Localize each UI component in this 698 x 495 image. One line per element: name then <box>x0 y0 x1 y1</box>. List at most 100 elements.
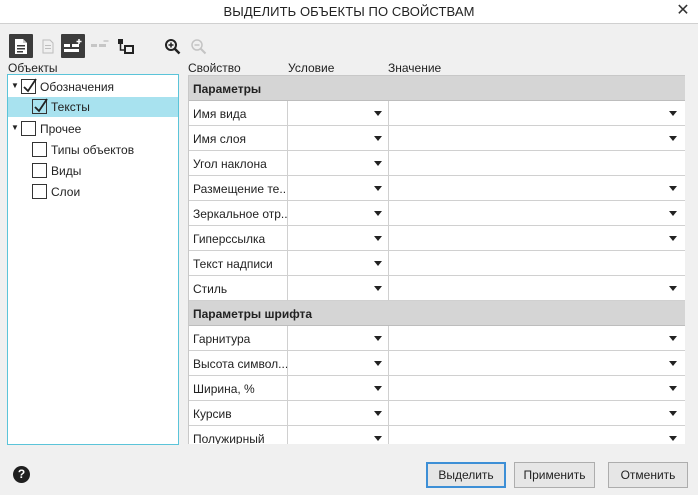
property-name: Угол наклона <box>189 151 288 175</box>
help-icon[interactable]: ? <box>13 466 30 483</box>
property-row: Размещение те... <box>189 176 685 201</box>
dropdown-arrow-icon[interactable] <box>374 261 382 266</box>
property-label: Размещение те... <box>193 182 287 196</box>
value-select[interactable] <box>389 426 685 444</box>
dropdown-arrow-icon[interactable] <box>669 186 677 191</box>
dropdown-arrow-icon[interactable] <box>669 286 677 291</box>
checkbox[interactable] <box>32 98 48 114</box>
apply-button[interactable]: Применить <box>514 462 595 488</box>
group-header-label: Параметры <box>193 82 262 96</box>
tree-item-sloi[interactable]: Слои <box>8 182 178 202</box>
condition-select[interactable] <box>288 276 389 300</box>
dropdown-arrow-icon[interactable] <box>374 111 382 116</box>
value-select[interactable] <box>389 226 685 250</box>
dropdown-arrow-icon[interactable] <box>374 186 382 191</box>
property-label: Ширина, % <box>193 382 255 396</box>
dropdown-arrow-icon[interactable] <box>374 336 382 341</box>
tree-item-vidy[interactable]: Виды <box>8 161 178 181</box>
group-header-parametry-shrifta: Параметры шрифта <box>189 301 685 326</box>
expand-arrow-icon[interactable]: ▼ <box>11 81 20 91</box>
dropdown-arrow-icon[interactable] <box>669 136 677 141</box>
property-label: Зеркальное отр... <box>193 207 287 221</box>
checkbox[interactable] <box>32 142 47 157</box>
condition-select[interactable] <box>288 401 389 425</box>
tree-item-tipy-obektov[interactable]: Типы объектов <box>8 140 178 160</box>
value-select[interactable] <box>389 101 685 125</box>
property-name: Имя вида <box>189 101 288 125</box>
condition-select[interactable] <box>288 326 389 350</box>
condition-select[interactable] <box>288 151 389 175</box>
property-name: Курсив <box>189 401 288 425</box>
value-select[interactable] <box>389 176 685 200</box>
condition-select[interactable] <box>288 126 389 150</box>
dropdown-arrow-icon[interactable] <box>374 286 382 291</box>
property-row: Высота символ... <box>189 351 685 376</box>
value-column-header: Значение <box>388 61 442 75</box>
property-row: Полужирный <box>189 426 685 444</box>
dropdown-arrow-icon[interactable] <box>669 361 677 366</box>
dropdown-arrow-icon[interactable] <box>374 161 382 166</box>
value-select[interactable] <box>389 351 685 375</box>
dropdown-arrow-icon[interactable] <box>374 411 382 416</box>
title-bar: ВЫДЕЛИТЬ ОБЪЕКТЫ ПО СВОЙСТВАМ ✕ <box>0 0 698 24</box>
dropdown-arrow-icon[interactable] <box>669 411 677 416</box>
condition-select[interactable] <box>288 226 389 250</box>
tree-item-label: Обозначения <box>40 80 115 94</box>
new-document-icon[interactable] <box>9 34 33 58</box>
dropdown-arrow-icon[interactable] <box>669 436 677 441</box>
select-button[interactable]: Выделить <box>426 462 506 488</box>
checkbox[interactable] <box>21 121 36 136</box>
checkbox[interactable] <box>32 163 47 178</box>
value-select[interactable] <box>389 376 685 400</box>
zoom-in-icon[interactable] <box>160 34 184 58</box>
add-condition-icon[interactable] <box>61 34 85 58</box>
select-objects-icon[interactable] <box>114 34 138 58</box>
tree-item-prochee[interactable]: ▼ Прочее <box>8 119 178 139</box>
value-select[interactable] <box>389 276 685 300</box>
cancel-button[interactable]: Отменить <box>608 462 688 488</box>
group-header-parametry: Параметры <box>189 76 685 101</box>
tree-item-label: Слои <box>51 185 81 199</box>
value-select[interactable] <box>389 201 685 225</box>
dropdown-arrow-icon[interactable] <box>374 211 382 216</box>
dropdown-arrow-icon[interactable] <box>669 111 677 116</box>
dropdown-arrow-icon[interactable] <box>374 136 382 141</box>
checkbox[interactable] <box>32 184 47 199</box>
group-header-label: Параметры шрифта <box>193 307 313 321</box>
value-select[interactable] <box>389 401 685 425</box>
dropdown-arrow-icon[interactable] <box>374 436 382 441</box>
remove-condition-icon[interactable] <box>88 34 112 58</box>
value-input[interactable] <box>389 151 685 175</box>
condition-select[interactable] <box>288 101 389 125</box>
value-input[interactable] <box>389 251 685 275</box>
property-name: Размещение те... <box>189 176 288 200</box>
dropdown-arrow-icon[interactable] <box>669 386 677 391</box>
property-row: Зеркальное отр... <box>189 201 685 226</box>
property-row: Ширина, % <box>189 376 685 401</box>
condition-select[interactable] <box>288 251 389 275</box>
property-label: Угол наклона <box>193 157 267 171</box>
condition-select[interactable] <box>288 426 389 444</box>
dropdown-arrow-icon[interactable] <box>374 361 382 366</box>
dropdown-arrow-icon[interactable] <box>669 336 677 341</box>
condition-select[interactable] <box>288 176 389 200</box>
dropdown-arrow-icon[interactable] <box>374 236 382 241</box>
objects-label: Объекты <box>8 61 58 75</box>
property-label: Имя вида <box>193 107 247 121</box>
close-icon[interactable]: ✕ <box>674 1 692 21</box>
dropdown-arrow-icon[interactable] <box>374 386 382 391</box>
dropdown-arrow-icon[interactable] <box>669 211 677 216</box>
property-row: Стиль <box>189 276 685 301</box>
condition-select[interactable] <box>288 201 389 225</box>
tree-item-teksty[interactable]: Тексты <box>8 97 178 117</box>
zoom-out-icon[interactable] <box>186 34 210 58</box>
dropdown-arrow-icon[interactable] <box>669 236 677 241</box>
checkbox[interactable] <box>21 78 37 94</box>
tree-item-oboznacheniya[interactable]: ▼ Обозначения <box>8 77 178 97</box>
condition-select[interactable] <box>288 351 389 375</box>
expand-arrow-icon[interactable]: ▼ <box>11 123 20 133</box>
condition-select[interactable] <box>288 376 389 400</box>
document-icon[interactable] <box>36 34 60 58</box>
value-select[interactable] <box>389 326 685 350</box>
value-select[interactable] <box>389 126 685 150</box>
